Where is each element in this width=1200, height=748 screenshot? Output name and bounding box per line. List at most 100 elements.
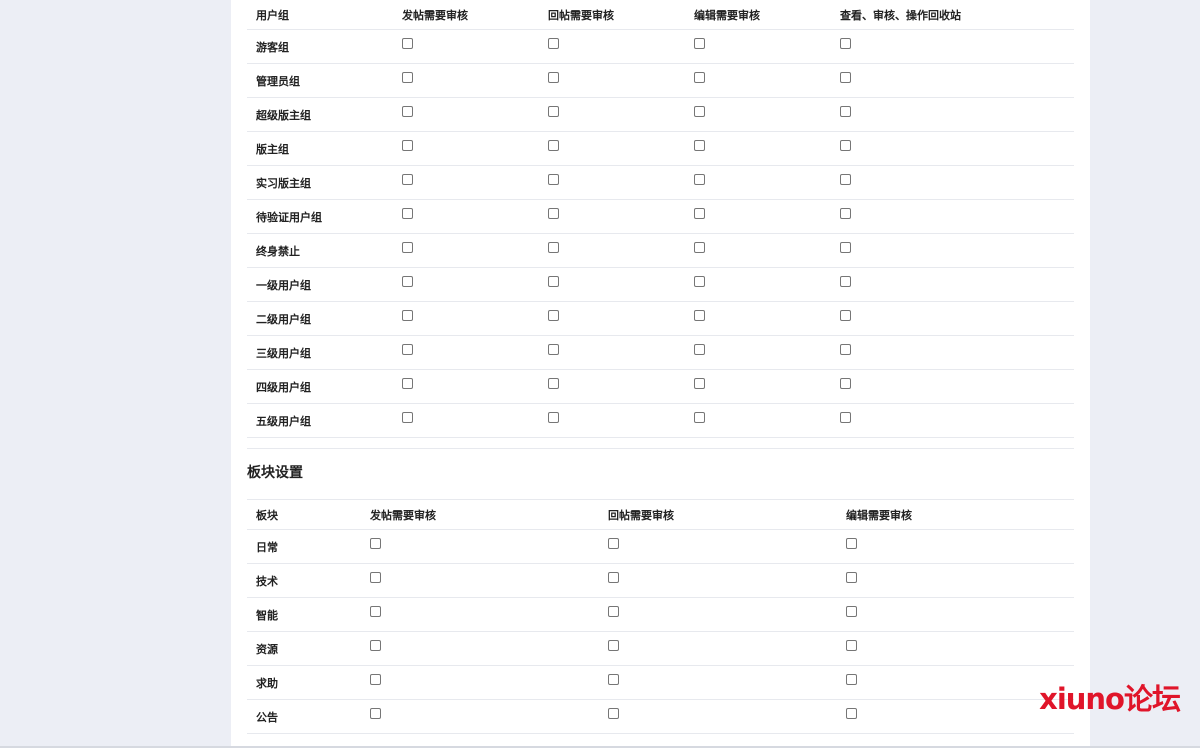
review-checkbox[interactable] — [548, 105, 559, 117]
review-checkbox[interactable] — [840, 207, 851, 219]
table-row: 终身禁止 — [247, 233, 1074, 268]
checkbox-cell — [685, 233, 831, 268]
review-checkbox[interactable] — [840, 377, 851, 389]
checkbox-cell — [599, 597, 837, 632]
review-checkbox[interactable] — [694, 37, 705, 49]
review-checkbox[interactable] — [402, 173, 413, 185]
checkbox-cell — [831, 369, 1074, 404]
review-checkbox[interactable] — [694, 275, 705, 287]
review-checkbox[interactable] — [840, 71, 851, 83]
review-checkbox[interactable] — [846, 571, 857, 583]
review-checkbox[interactable] — [402, 71, 413, 83]
user-group-table: 用户组 发帖需要审核 回帖需要审核 编辑需要审核 查看、审核、操作回收站 游客组… — [247, 0, 1074, 438]
review-checkbox[interactable] — [846, 639, 857, 651]
review-checkbox[interactable] — [840, 105, 851, 117]
review-checkbox[interactable] — [548, 241, 559, 253]
review-checkbox[interactable] — [548, 139, 559, 151]
review-checkbox[interactable] — [608, 639, 619, 651]
review-checkbox[interactable] — [840, 411, 851, 423]
review-checkbox[interactable] — [846, 707, 857, 719]
checkbox-cell — [837, 563, 1074, 598]
review-checkbox[interactable] — [608, 673, 619, 685]
checkbox-cell — [685, 369, 831, 404]
checkbox-cell — [831, 267, 1074, 302]
review-checkbox[interactable] — [548, 377, 559, 389]
review-checkbox[interactable] — [694, 173, 705, 185]
checkbox-cell — [831, 165, 1074, 200]
review-checkbox[interactable] — [402, 241, 413, 253]
review-checkbox[interactable] — [548, 309, 559, 321]
review-checkbox[interactable] — [840, 241, 851, 253]
review-checkbox[interactable] — [694, 139, 705, 151]
table-row: 二级用户组 — [247, 301, 1074, 336]
checkbox-cell — [393, 335, 539, 370]
checkbox-cell — [393, 131, 539, 166]
review-checkbox[interactable] — [840, 173, 851, 185]
review-checkbox[interactable] — [370, 707, 381, 719]
review-checkbox[interactable] — [370, 537, 381, 549]
review-checkbox[interactable] — [694, 377, 705, 389]
review-checkbox[interactable] — [370, 605, 381, 617]
review-checkbox[interactable] — [370, 571, 381, 583]
review-checkbox[interactable] — [548, 275, 559, 287]
review-checkbox[interactable] — [694, 411, 705, 423]
review-checkbox[interactable] — [840, 343, 851, 355]
review-checkbox[interactable] — [402, 139, 413, 151]
review-checkbox[interactable] — [608, 605, 619, 617]
checkbox-cell — [361, 563, 599, 598]
review-checkbox[interactable] — [402, 37, 413, 49]
review-checkbox[interactable] — [548, 71, 559, 83]
review-checkbox[interactable] — [608, 707, 619, 719]
checkbox-cell — [837, 597, 1074, 632]
review-checkbox[interactable] — [694, 241, 705, 253]
review-checkbox[interactable] — [694, 207, 705, 219]
checkbox-cell — [361, 529, 599, 564]
section-title-forum-settings: 板块设置 — [247, 465, 303, 481]
review-checkbox[interactable] — [548, 207, 559, 219]
review-checkbox[interactable] — [840, 275, 851, 287]
review-checkbox[interactable] — [402, 411, 413, 423]
checkbox-cell — [361, 699, 599, 734]
review-checkbox[interactable] — [370, 673, 381, 685]
review-checkbox[interactable] — [548, 37, 559, 49]
review-checkbox[interactable] — [402, 309, 413, 321]
table-header-row: 板块 发帖需要审核 回帖需要审核 编辑需要审核 — [247, 499, 1074, 530]
review-checkbox[interactable] — [402, 207, 413, 219]
review-checkbox[interactable] — [548, 343, 559, 355]
row-label: 资源 — [247, 631, 361, 666]
table-row: 管理员组 — [247, 63, 1074, 98]
review-checkbox[interactable] — [548, 173, 559, 185]
review-checkbox[interactable] — [694, 105, 705, 117]
header-reply-review: 回帖需要审核 — [599, 499, 837, 530]
checkbox-cell — [831, 403, 1074, 438]
review-checkbox[interactable] — [402, 377, 413, 389]
review-checkbox[interactable] — [840, 37, 851, 49]
review-checkbox[interactable] — [840, 309, 851, 321]
table-row: 四级用户组 — [247, 369, 1074, 404]
review-checkbox[interactable] — [402, 275, 413, 287]
row-label: 二级用户组 — [247, 301, 393, 336]
checkbox-cell — [393, 403, 539, 438]
review-checkbox[interactable] — [840, 139, 851, 151]
review-checkbox[interactable] — [402, 343, 413, 355]
table-row: 五级用户组 — [247, 403, 1074, 438]
review-checkbox[interactable] — [548, 411, 559, 423]
checkbox-cell — [685, 199, 831, 234]
table-row: 资源 — [247, 631, 1074, 666]
review-checkbox[interactable] — [846, 673, 857, 685]
review-checkbox[interactable] — [608, 571, 619, 583]
review-checkbox[interactable] — [694, 71, 705, 83]
header-edit-review: 编辑需要审核 — [837, 499, 1074, 530]
table-row: 三级用户组 — [247, 335, 1074, 370]
row-label: 管理员组 — [247, 63, 393, 98]
checkbox-cell — [685, 97, 831, 132]
review-checkbox[interactable] — [846, 605, 857, 617]
review-checkbox[interactable] — [694, 309, 705, 321]
table-row: 技术 — [247, 563, 1074, 598]
review-checkbox[interactable] — [694, 343, 705, 355]
checkbox-cell — [599, 699, 837, 734]
review-checkbox[interactable] — [402, 105, 413, 117]
review-checkbox[interactable] — [370, 639, 381, 651]
review-checkbox[interactable] — [846, 537, 857, 549]
review-checkbox[interactable] — [608, 537, 619, 549]
